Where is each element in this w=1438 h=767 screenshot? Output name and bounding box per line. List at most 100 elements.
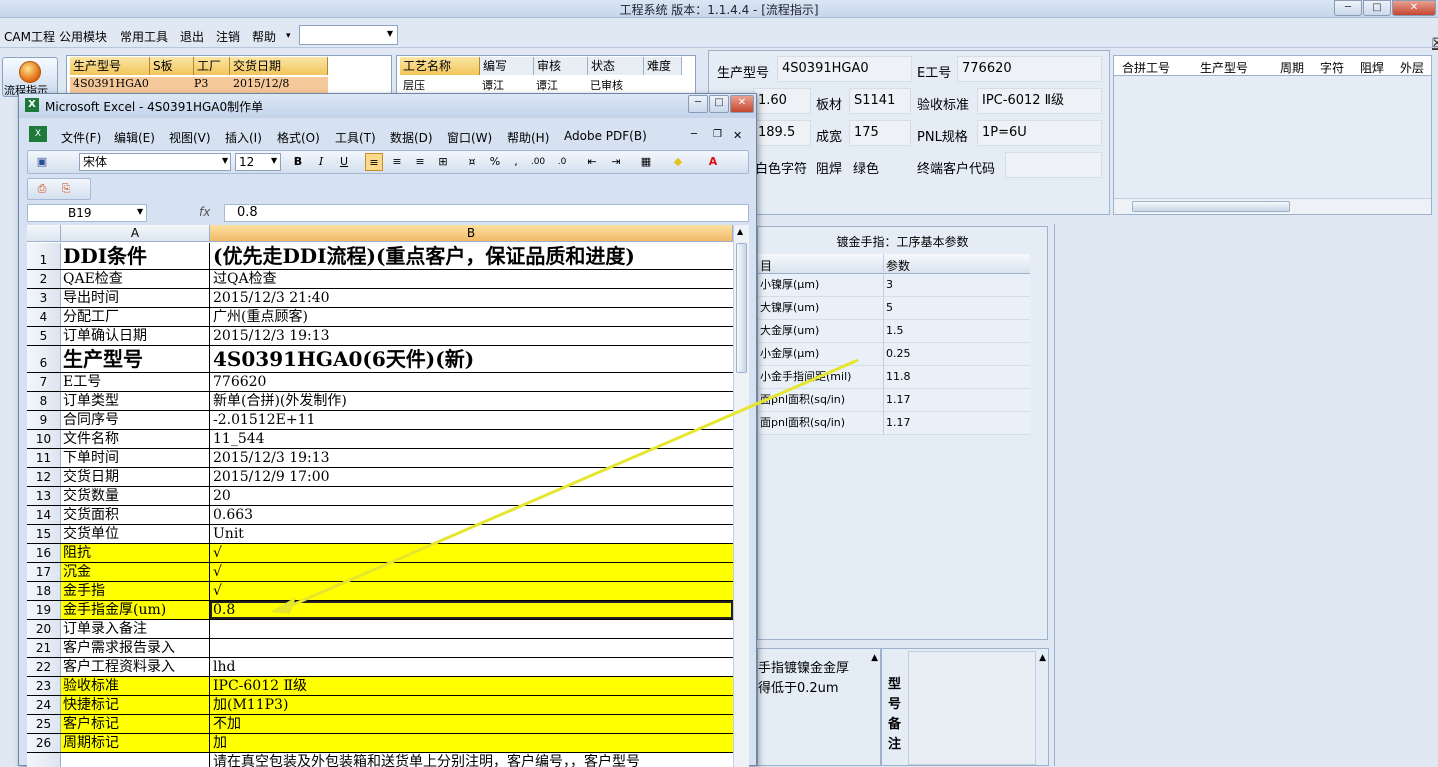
cell-b[interactable]: 广州(重点顾客) (210, 308, 733, 326)
table-row[interactable]: 面pnl面积(sq/in) 1.17 (758, 412, 1030, 435)
excel-close-icon[interactable]: ✕ (730, 95, 754, 113)
merge-grid[interactable]: 合拼工号 生产型号 周期 字符 阻焊 外层 (1113, 55, 1432, 215)
cell-b[interactable]: 2015/12/3 21:40 (210, 289, 733, 307)
cell-b[interactable] (210, 639, 733, 657)
params-col-value[interactable]: 参数 (886, 257, 910, 274)
length-field[interactable]: 189.5 (753, 120, 811, 146)
sheet-row[interactable]: 25 客户标记 不加 (27, 715, 733, 734)
bold-icon[interactable]: B (289, 153, 307, 171)
table-row[interactable]: 大金厚(um) 1.5 (758, 320, 1030, 343)
menu-public-module[interactable]: 公用模块 (59, 28, 107, 45)
save-icon[interactable]: ▣ (33, 153, 51, 171)
sheet-row[interactable]: 13 交货数量 20 (27, 487, 733, 506)
row-header[interactable]: 16 (27, 544, 61, 562)
cell-b[interactable]: 2015/12/3 19:13 (210, 449, 733, 467)
row-header[interactable]: 12 (27, 468, 61, 486)
mdi-close-icon[interactable]: ✕ (1432, 36, 1438, 50)
doc-minimize-icon[interactable]: ─ (691, 129, 697, 140)
sheet-row[interactable]: 20 订单录入备注 (27, 620, 733, 639)
name-box[interactable]: B19 (27, 204, 147, 222)
row-header[interactable]: 6 (27, 346, 61, 372)
excel-menu-window[interactable]: 窗口(W) (447, 129, 492, 146)
cell-b[interactable]: (优先走DDI流程)(重点客户，保证品质和进度) (210, 243, 733, 269)
size-dropdown-icon[interactable]: ▼ (271, 156, 277, 165)
row-header[interactable]: 11 (27, 449, 61, 467)
decrease-indent-icon[interactable]: ⇤ (583, 153, 601, 171)
grid-header-delivery[interactable]: 交货日期 (230, 57, 328, 75)
cell-b[interactable]: 过QA检查 (210, 270, 733, 288)
row-header[interactable]: 10 (27, 430, 61, 448)
accept-field[interactable]: IPC-6012 Ⅱ级 (977, 88, 1102, 114)
cell-b[interactable]: Unit (210, 525, 733, 543)
cell-a[interactable]: 交货日期 (61, 468, 210, 486)
cell-a[interactable]: 金手指 (61, 582, 210, 600)
row-header[interactable]: 20 (27, 620, 61, 638)
grid-header-review[interactable]: 审核 (534, 57, 588, 75)
table-row[interactable]: 小镍厚(μm) 3 (758, 274, 1030, 297)
menu-tools[interactable]: 常用工具 (120, 28, 168, 45)
cell-a[interactable]: E工号 (61, 373, 210, 391)
excel-maximize-icon[interactable]: □ (709, 95, 729, 113)
menu-exit[interactable]: 退出 (180, 28, 204, 45)
sheet-row[interactable]: 17 沉金 √ (27, 563, 733, 582)
sheet-row[interactable]: 15 交货单位 Unit (27, 525, 733, 544)
scroll-up-icon[interactable]: ▲ (1039, 653, 1046, 663)
cell-a[interactable]: 导出时间 (61, 289, 210, 307)
params-col-name[interactable]: 目 (760, 257, 772, 274)
sheet-row[interactable]: 12 交货日期 2015/12/9 17:00 (27, 468, 733, 487)
table-row[interactable]: 4S0391HGA0 P3 2015/12/8 (70, 77, 328, 93)
thickness-field[interactable]: 1.60 (753, 88, 811, 114)
close-icon[interactable]: ✕ (1392, 0, 1436, 16)
sheet-field[interactable]: S1141 (849, 88, 911, 114)
cell-a[interactable]: 交货面积 (61, 506, 210, 524)
maximize-icon[interactable]: □ (1363, 0, 1391, 16)
sheet-row[interactable]: 2 QAE检查 过QA检查 (27, 270, 733, 289)
row-header[interactable]: 9 (27, 411, 61, 429)
sheet-row[interactable]: 8 订单类型 新单(合拼)(外发制作) (27, 392, 733, 411)
cell-a[interactable]: 生产型号 (61, 346, 210, 372)
cell-b[interactable]: 加 (210, 734, 733, 752)
row-header[interactable]: 19 (27, 601, 61, 619)
excel-menu-adobe-pdf[interactable]: Adobe PDF(B) (564, 129, 647, 143)
model-field[interactable]: 4S0391HGA0 (777, 56, 912, 82)
cell-a[interactable]: QAE检查 (61, 270, 210, 288)
menu-cam[interactable]: CAM工程 (4, 28, 55, 45)
scroll-thumb[interactable] (736, 243, 747, 373)
sheet-row[interactable]: 9 合同序号 -2.01512E+11 (27, 411, 733, 430)
sheet-row[interactable]: 24 快捷标记 加(M11P3) (27, 696, 733, 715)
sheet-row[interactable]: 11 下单时间 2015/12/3 19:13 (27, 449, 733, 468)
decrease-decimal-icon[interactable]: .0 (553, 153, 571, 171)
width-field[interactable]: 175 (849, 120, 911, 146)
menu-logout[interactable]: 注销 (216, 28, 240, 45)
cell-b[interactable]: 776620 (210, 373, 733, 391)
minimize-icon[interactable]: ─ (1334, 0, 1362, 16)
sheet-row[interactable]: 22 客户工程资料录入 lhd (27, 658, 733, 677)
excel-menu-tools[interactable]: 工具(T) (335, 129, 376, 146)
merge-header-model[interactable]: 生产型号 (1200, 59, 1248, 76)
sheet-row[interactable]: 请在真空包装及外包装箱和送货单上分别注明，客户编号，，客户型号 (27, 753, 733, 767)
pdf-mail-icon[interactable]: ⎘ (57, 180, 75, 198)
cell-a[interactable]: 订单录入备注 (61, 620, 210, 638)
sheet-row[interactable]: 10 文件名称 11_544 (27, 430, 733, 449)
grid-header-model[interactable]: 生产型号 (70, 57, 150, 75)
row-header[interactable] (27, 753, 61, 767)
row-header[interactable]: 21 (27, 639, 61, 657)
merge-header-no[interactable]: 合拼工号 (1122, 59, 1170, 76)
column-header-b[interactable]: B (210, 225, 733, 242)
cell-b[interactable]: √ (210, 563, 733, 581)
excel-minimize-icon[interactable]: ─ (688, 95, 708, 113)
excel-menu-edit[interactable]: 编辑(E) (114, 129, 155, 146)
underline-icon[interactable]: U (335, 153, 353, 171)
doc-restore-icon[interactable]: ❐ (713, 129, 722, 140)
font-name-select[interactable]: 宋体 (79, 153, 231, 171)
row-header[interactable]: 26 (27, 734, 61, 752)
excel-menu-view[interactable]: 视图(V) (169, 129, 211, 146)
merge-header-char[interactable]: 字符 (1320, 59, 1344, 76)
model-remark-field[interactable] (908, 651, 1036, 765)
sheet-row[interactable]: 18 金手指 √ (27, 582, 733, 601)
cell-a[interactable]: 阻抗 (61, 544, 210, 562)
e-number-field[interactable]: 776620 (957, 56, 1102, 82)
sheet-row[interactable]: 14 交货面积 0.663 (27, 506, 733, 525)
currency-icon[interactable]: ¤ (463, 153, 481, 171)
doc-close-icon[interactable]: ✕ (733, 129, 742, 142)
